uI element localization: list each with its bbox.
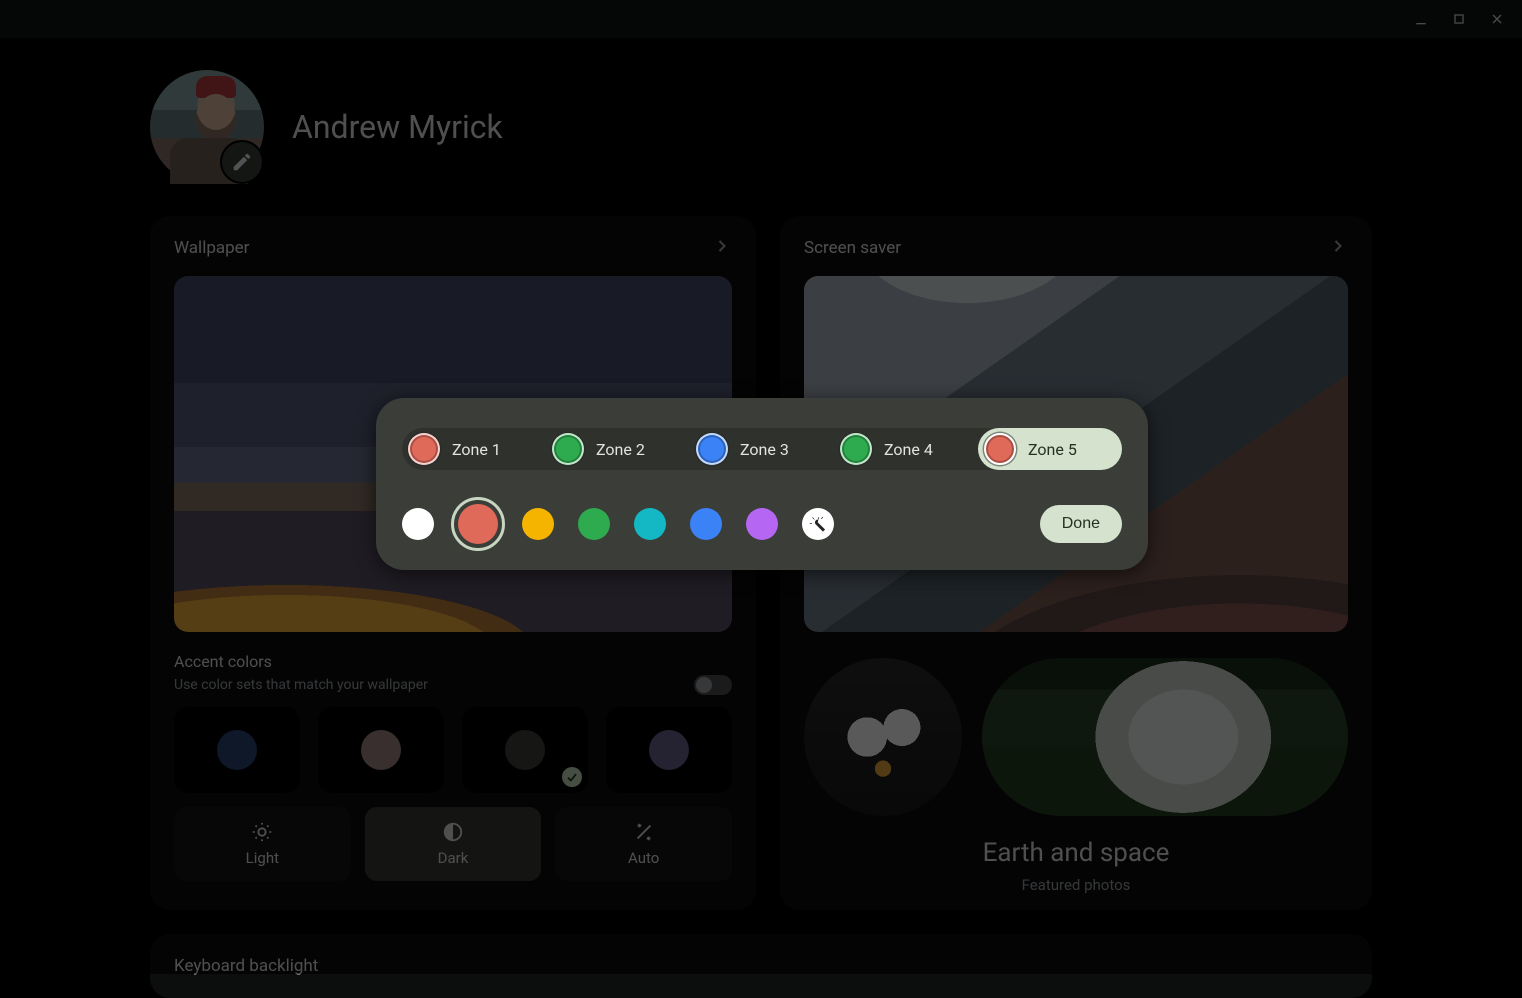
zone-chip-5[interactable]: Zone 5 [978, 428, 1122, 470]
swatch-purple[interactable] [746, 508, 778, 540]
profile-header: Andrew Myrick [150, 38, 1372, 216]
swatch-blue[interactable] [690, 508, 722, 540]
zone-color-modal: Zone 1 Zone 2 Zone 3 Zone 4 Zone 5 [376, 398, 1148, 570]
wallpaper-title: Wallpaper [174, 238, 249, 258]
zone-3-color-dot [696, 433, 728, 465]
zone-5-color-dot [984, 433, 1016, 465]
screensaver-thumb-circle[interactable] [804, 658, 962, 816]
auto-fix-icon [633, 821, 655, 843]
keyboard-backlight-title: Keyboard backlight [174, 956, 318, 976]
zone-5-label: Zone 5 [1028, 440, 1077, 459]
match-wallpaper-toggle[interactable] [694, 675, 732, 695]
accent-colors-title: Accent colors [174, 652, 732, 671]
accent-tile-3[interactable] [462, 707, 588, 793]
window-maximize-button[interactable] [1440, 0, 1478, 38]
swatch-green[interactable] [578, 508, 610, 540]
magic-wand-icon [809, 515, 827, 533]
screensaver-caption-title: Earth and space [804, 838, 1348, 868]
done-button[interactable]: Done [1040, 505, 1122, 543]
screensaver-header[interactable]: Screen saver [804, 236, 1348, 260]
theme-row: Light Dark Auto [174, 807, 732, 881]
zone-4-label: Zone 4 [884, 440, 933, 459]
zone-1-color-dot [408, 433, 440, 465]
screensaver-caption-sub: Featured photos [804, 876, 1348, 894]
pencil-icon [231, 151, 253, 173]
zone-chip-4[interactable]: Zone 4 [834, 428, 978, 470]
username: Andrew Myrick [292, 108, 503, 146]
screensaver-title: Screen saver [804, 238, 901, 258]
accent-colors-subtitle: Use color sets that match your wallpaper [174, 677, 428, 693]
screensaver-thumbs [804, 658, 1348, 816]
swatch-white[interactable] [402, 508, 434, 540]
zone-3-label: Zone 3 [740, 440, 789, 459]
swatch-yellow[interactable] [522, 508, 554, 540]
chevron-right-icon [712, 236, 732, 260]
accent-tile-2[interactable] [318, 707, 444, 793]
accent-tile-1[interactable] [174, 707, 300, 793]
swatch-teal[interactable] [634, 508, 666, 540]
theme-auto-button[interactable]: Auto [555, 807, 732, 881]
window-minimize-button[interactable] [1402, 0, 1440, 38]
color-swatches [402, 504, 834, 544]
swatch-red[interactable] [458, 504, 498, 544]
window-titlebar [0, 0, 1522, 38]
accent-tile-4[interactable] [606, 707, 732, 793]
zone-1-label: Zone 1 [452, 440, 501, 459]
window-close-button[interactable] [1478, 0, 1516, 38]
keyboard-backlight-card[interactable]: Keyboard backlight [150, 934, 1372, 998]
edit-avatar-button[interactable] [222, 142, 262, 182]
zone-2-label: Zone 2 [596, 440, 645, 459]
zone-chip-2[interactable]: Zone 2 [546, 428, 690, 470]
zone-bar: Zone 1 Zone 2 Zone 3 Zone 4 Zone 5 [402, 428, 1122, 470]
contrast-icon [442, 821, 464, 843]
zone-2-color-dot [552, 433, 584, 465]
theme-auto-label: Auto [628, 849, 659, 867]
wallpaper-header[interactable]: Wallpaper [174, 236, 732, 260]
custom-color-button[interactable] [802, 508, 834, 540]
zone-chip-3[interactable]: Zone 3 [690, 428, 834, 470]
accent-tiles [174, 707, 732, 793]
zone-4-color-dot [840, 433, 872, 465]
avatar-wrap [150, 70, 264, 184]
theme-light-label: Light [246, 849, 279, 867]
theme-dark-label: Dark [438, 849, 469, 867]
brightness-icon [251, 821, 273, 843]
check-icon [562, 767, 582, 787]
screensaver-thumb-pill[interactable] [982, 658, 1348, 816]
done-button-label: Done [1062, 515, 1100, 532]
zone-chip-1[interactable]: Zone 1 [402, 428, 546, 470]
chevron-right-icon [1328, 236, 1348, 260]
theme-light-button[interactable]: Light [174, 807, 351, 881]
theme-dark-button[interactable]: Dark [365, 807, 542, 881]
